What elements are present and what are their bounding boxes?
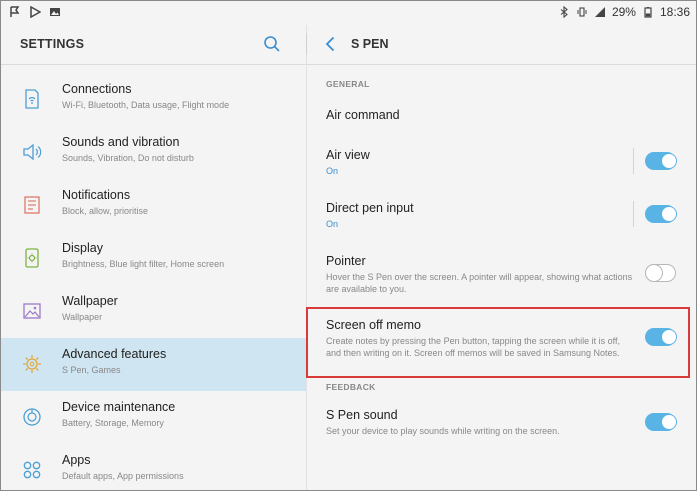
menu-item-subtitle: Block, allow, prioritise [62, 206, 149, 216]
toggle-knob [661, 153, 677, 169]
air-view-toggle[interactable] [645, 152, 677, 170]
search-icon[interactable] [262, 34, 282, 54]
air-command-row[interactable]: Air command [307, 99, 696, 135]
section-header-general: GENERAL [326, 79, 370, 89]
advanced-features-icon [23, 355, 41, 373]
sound-icon [23, 143, 42, 161]
wallpaper-icon [23, 303, 41, 319]
air-command-title: Air command [326, 108, 400, 122]
toggle-knob [661, 329, 677, 345]
menu-item-title: Notifications [62, 188, 131, 202]
row-separator [633, 148, 634, 174]
screen-off-memo-toggle[interactable] [645, 328, 677, 346]
menu-item-title: Advanced features [62, 347, 167, 361]
s-pen-sound-toggle[interactable] [645, 413, 677, 431]
menu-item-title: Device maintenance [62, 400, 176, 414]
direct-pen-input-status: On [326, 219, 339, 229]
menu-item-title: Sounds and vibration [62, 135, 180, 149]
s-pen-title: S PEN [351, 37, 389, 51]
pointer-description: Hover the S Pen over the screen. A point… [326, 272, 633, 294]
air-view-status: On [326, 166, 339, 176]
screen-off-memo-title: Screen off memo [326, 318, 421, 332]
pointer-row[interactable]: Pointer Hover the S Pen over the screen.… [307, 245, 696, 307]
menu-item-title: Apps [62, 453, 91, 467]
menu-item-wallpaper[interactable]: Wallpaper Wallpaper [1, 285, 306, 338]
menu-item-subtitle: Default apps, App permissions [62, 471, 184, 481]
bluetooth-icon [560, 6, 568, 18]
menu-item-title: Display [62, 241, 103, 255]
toggle-knob [661, 206, 677, 222]
pointer-title: Pointer [326, 254, 366, 268]
menu-item-advanced-features[interactable]: Advanced features S Pen, Games [1, 338, 306, 391]
apps-icon [23, 461, 41, 479]
toggle-knob [645, 263, 663, 282]
settings-header: SETTINGS [1, 25, 306, 65]
image-notification-icon [50, 8, 60, 16]
settings-menu-pane: SETTINGS Connections Wi-Fi, Bluetooth, D… [1, 25, 306, 490]
s-pen-sound-description: Set your device to play sounds while wri… [326, 426, 560, 436]
s-pen-settings-pane: S PEN GENERAL Air command Air view On Di… [307, 25, 696, 490]
section-header-feedback: FEEDBACK [326, 382, 376, 392]
page-title: SETTINGS [20, 37, 85, 51]
direct-pen-input-toggle[interactable] [645, 205, 677, 223]
wifi-signal-icon [594, 7, 605, 17]
s-pen-sound-title: S Pen sound [326, 408, 398, 422]
screen-off-memo-row[interactable]: Screen off memo Create notes by pressing… [307, 309, 696, 373]
menu-item-subtitle: Wallpaper [62, 312, 103, 322]
back-arrow-icon[interactable] [321, 34, 341, 54]
menu-item-subtitle: S Pen, Games [62, 365, 121, 375]
menu-item-title: Wallpaper [62, 294, 118, 308]
battery-icon [644, 7, 652, 18]
menu-item-subtitle: Sounds, Vibration, Do not disturb [62, 153, 194, 163]
connections-icon [25, 89, 39, 109]
air-view-row[interactable]: Air view On [307, 139, 696, 189]
status-bar: 29% 18:36 [1, 1, 696, 25]
menu-item-device-maintenance[interactable]: Device maintenance Battery, Storage, Mem… [1, 391, 306, 444]
menu-item-display[interactable]: Display Brightness, Blue light filter, H… [1, 232, 306, 285]
menu-item-sounds-and-vibration[interactable]: Sounds and vibration Sounds, Vibration, … [1, 126, 306, 179]
play-store-notification-icon [30, 6, 41, 18]
s-pen-header: S PEN [307, 25, 696, 65]
clock: 18:36 [659, 5, 690, 19]
flag-notification-icon [10, 6, 20, 17]
device-maintenance-icon [23, 408, 41, 426]
s-pen-sound-row[interactable]: S Pen sound Set your device to play soun… [307, 399, 696, 449]
menu-item-connections[interactable]: Connections Wi-Fi, Bluetooth, Data usage… [1, 73, 306, 126]
row-separator [633, 201, 634, 227]
direct-pen-input-title: Direct pen input [326, 201, 414, 215]
menu-item-subtitle: Brightness, Blue light filter, Home scre… [62, 259, 225, 269]
screen: 29% 18:36 SETTINGS Connections Wi-Fi, Bl… [0, 0, 697, 491]
toggle-knob [661, 414, 677, 430]
air-view-title: Air view [326, 148, 370, 162]
notifications-icon [24, 196, 40, 214]
menu-item-title: Connections [62, 82, 132, 96]
menu-item-subtitle: Wi-Fi, Bluetooth, Data usage, Flight mod… [62, 100, 230, 110]
vibrate-icon [577, 7, 587, 17]
screen-off-memo-description: Create notes by pressing the Pen button,… [326, 336, 621, 358]
menu-item-apps[interactable]: Apps Default apps, App permissions [1, 444, 306, 490]
menu-item-subtitle: Battery, Storage, Memory [62, 418, 164, 428]
battery-percentage: 29% [611, 5, 636, 19]
direct-pen-input-row[interactable]: Direct pen input On [307, 192, 696, 242]
pointer-toggle[interactable] [645, 263, 676, 282]
display-icon [25, 248, 39, 268]
menu-item-notifications[interactable]: Notifications Block, allow, prioritise [1, 179, 306, 232]
